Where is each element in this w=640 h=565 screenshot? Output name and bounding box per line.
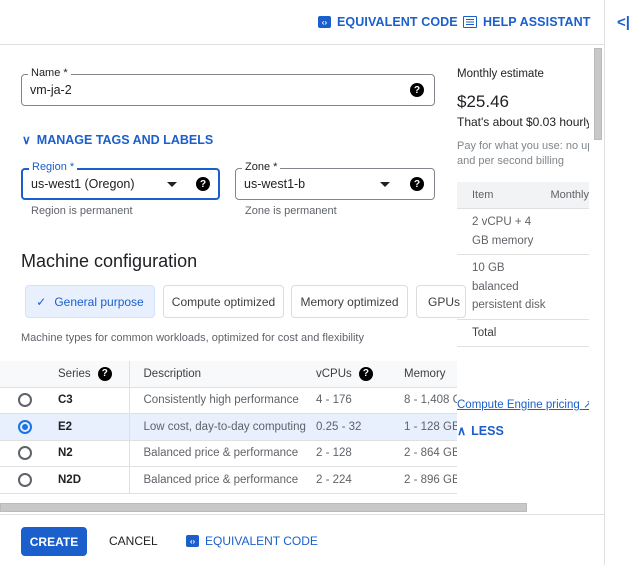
series-radio[interactable]: [18, 472, 32, 487]
pricing-link[interactable]: Compute Engine pricing ↗: [457, 397, 589, 411]
zone-helper: Zone is permanent: [245, 205, 337, 217]
zone-label: Zone *: [242, 161, 281, 173]
tab-label: General purpose: [54, 294, 144, 309]
zone-value: us-west1-b: [244, 177, 306, 191]
table-row[interactable]: E2 Low cost, day-to-day computing 0.25 -…: [0, 413, 457, 441]
region-select[interactable]: Region * us-west1 (Oregon) ?: [21, 161, 220, 200]
estimate-total: Total: [457, 320, 589, 347]
estimate-title: Monthly estimate: [457, 68, 544, 80]
equivalent-code-label: EQUIVALENT CODE: [205, 534, 318, 548]
chat-icon: [463, 16, 477, 28]
manage-tags-toggle[interactable]: ∨ MANAGE TAGS AND LABELS: [22, 133, 213, 147]
equivalent-code-button[interactable]: ‹› EQUIVALENT CODE: [186, 534, 318, 548]
tab-label: GPUs: [428, 294, 461, 309]
dropdown-arrow-icon: [167, 182, 177, 187]
estimate-price: $25.46: [457, 92, 509, 111]
dropdown-arrow-icon: [380, 182, 390, 187]
name-field[interactable]: Name * vm-ja-2 ?: [21, 67, 435, 106]
estimate-note: Pay for what you use: no upfront costs a…: [457, 140, 589, 167]
chevron-up-icon: ∧: [457, 424, 467, 438]
external-link-icon: ↗: [582, 399, 589, 411]
create-button[interactable]: CREATE: [21, 527, 87, 556]
collapse-panel-icon[interactable]: <|: [617, 14, 630, 31]
table-row[interactable]: N2D Balanced price & performance 2 - 224…: [0, 466, 457, 494]
estimate-item: 2 vCPU + 4 GB memory: [457, 209, 589, 255]
region-helper: Region is permanent: [31, 205, 133, 217]
estimate-hourly: That's about $0.03 hourly: [457, 115, 589, 129]
estimate-table: Item Monthly 2 vCPU + 4 GB memory 10 GB …: [457, 182, 589, 347]
tab-label: Compute optimized: [171, 294, 276, 309]
less-toggle[interactable]: ∧ LESS: [457, 423, 504, 439]
tab-general-purpose[interactable]: ✓ General purpose: [25, 285, 155, 318]
column-memory: Memory: [404, 361, 457, 388]
monthly-estimate-panel: Monthly estimate $25.46 That's about $0.…: [457, 60, 589, 505]
cancel-button[interactable]: CANCEL: [109, 534, 158, 548]
table-row[interactable]: C3 Consistently high performance 4 - 176…: [0, 387, 457, 414]
check-icon: ✓: [36, 294, 47, 309]
help-assistant-button[interactable]: HELP ASSISTANT: [463, 15, 590, 29]
chevron-down-icon: ∨: [22, 133, 31, 147]
footer-bar: CREATE CANCEL ‹› EQUIVALENT CODE: [0, 514, 604, 565]
series-radio[interactable]: [18, 393, 32, 408]
help-icon[interactable]: ?: [410, 83, 424, 97]
code-icon: ‹›: [186, 535, 199, 547]
tab-memory-optimized[interactable]: Memory optimized: [291, 285, 408, 318]
column-description: Description: [128, 361, 316, 388]
tab-compute-optimized[interactable]: Compute optimized: [163, 285, 284, 318]
help-icon[interactable]: ?: [358, 366, 373, 381]
top-toolbar: ‹› EQUIVALENT CODE HELP ASSISTANT: [0, 0, 604, 45]
region-value: us-west1 (Oregon): [31, 177, 135, 191]
equivalent-code-label: EQUIVALENT CODE: [337, 15, 458, 29]
help-icon[interactable]: ?: [196, 177, 210, 191]
equivalent-code-button[interactable]: ‹› EQUIVALENT CODE: [318, 15, 458, 29]
zone-select[interactable]: Zone * us-west1-b ?: [235, 161, 435, 200]
horizontal-scrollbar[interactable]: [0, 503, 527, 512]
estimate-item: 10 GB balanced persistent disk: [457, 255, 589, 320]
estimate-table-header: Item Monthly: [457, 182, 589, 209]
tab-label: Memory optimized: [300, 294, 399, 309]
section-title: Machine configuration: [21, 251, 198, 271]
machine-type-description: Machine types for common workloads, opti…: [21, 332, 364, 344]
column-vcpus: vCPUs ?: [316, 361, 404, 388]
series-radio[interactable]: [18, 446, 32, 461]
table-header: Series ? Description vCPUs ? Memory: [0, 361, 457, 388]
series-table: Series ? Description vCPUs ? Memory C3 C…: [0, 361, 457, 496]
region-label: Region *: [29, 161, 78, 173]
name-label: Name *: [28, 67, 71, 79]
help-icon[interactable]: ?: [410, 177, 424, 191]
help-assistant-label: HELP ASSISTANT: [483, 15, 591, 29]
name-value: vm-ja-2: [30, 83, 72, 97]
code-icon: ‹›: [318, 16, 331, 28]
side-panel: <|: [604, 0, 640, 565]
manage-tags-label: MANAGE TAGS AND LABELS: [36, 133, 214, 147]
column-series: Series ?: [58, 361, 129, 388]
series-radio[interactable]: [18, 419, 32, 434]
vertical-scrollbar[interactable]: [594, 48, 602, 140]
table-row[interactable]: N2 Balanced price & performance 2 - 128 …: [0, 440, 457, 467]
help-icon[interactable]: ?: [97, 366, 112, 381]
